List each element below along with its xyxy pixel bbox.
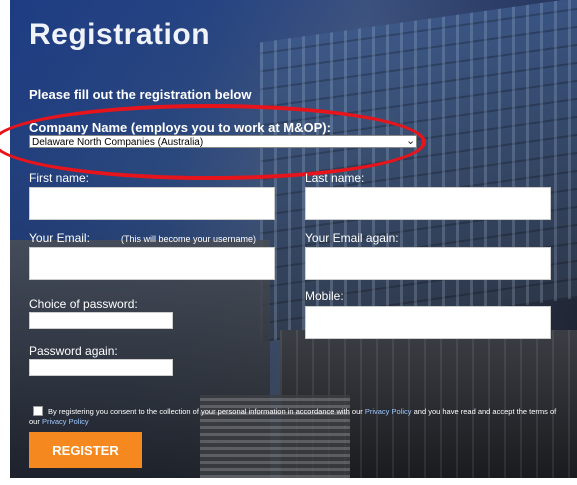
email-input[interactable]	[29, 247, 275, 280]
password-label: Choice of password:	[29, 297, 138, 311]
highlight-ellipse	[0, 104, 426, 180]
consent-text-before: By registering you consent to the collec…	[48, 407, 365, 416]
password-again-label: Password again:	[29, 344, 118, 358]
last-name-label: Last name:	[305, 171, 365, 185]
email-label: Your Email:	[29, 231, 90, 245]
mobile-label: Mobile:	[305, 289, 344, 303]
email-hint: (This will become your username)	[121, 234, 257, 244]
first-name-label: First name:	[29, 171, 90, 185]
privacy-policy-link[interactable]: Privacy Policy	[365, 407, 412, 416]
register-button[interactable]: REGISTER	[29, 432, 142, 468]
email-again-label: Your Email again:	[305, 231, 399, 245]
last-name-input[interactable]	[305, 187, 551, 220]
password-again-input[interactable]	[29, 359, 173, 376]
password-input[interactable]	[29, 312, 173, 329]
email-again-input[interactable]	[305, 247, 551, 280]
consent-text: By registering you consent to the collec…	[29, 407, 563, 427]
mobile-input[interactable]	[305, 306, 551, 339]
first-name-input[interactable]	[29, 187, 275, 220]
privacy-policy-link-2[interactable]: Privacy Policy	[42, 417, 89, 426]
page-title: Registration	[29, 18, 211, 51]
form-subtitle: Please fill out the registration below	[29, 87, 252, 102]
